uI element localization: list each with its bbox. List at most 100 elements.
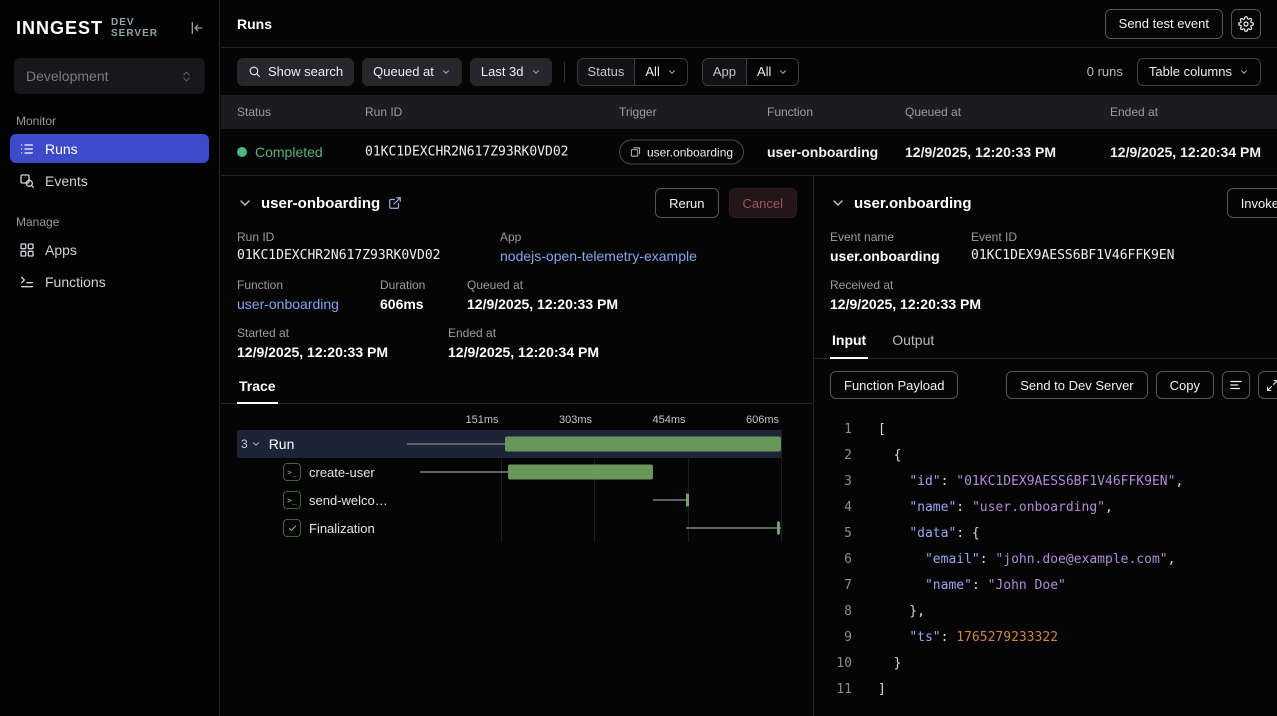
column-header-trigger: Trigger — [619, 105, 657, 119]
event-name-label: Event name — [830, 230, 959, 244]
trace-span-run[interactable]: 3Run — [237, 430, 781, 458]
code-line: 9 "ts": 1765279233322 — [814, 625, 1277, 651]
received-at-label: Received at — [830, 278, 981, 292]
trace-span-finalization[interactable]: Finalization — [237, 514, 781, 542]
payload-editor[interactable]: 1[2 {3 "id": "01KC1DEX9AESS6BF1V46FFK9EN… — [814, 417, 1277, 703]
collapse-run-details-icon[interactable] — [237, 195, 253, 211]
event-details-panel: user.onboarding Invoke Event name user.o… — [813, 176, 1277, 716]
sidebar-nav: MonitorRunsEventsManageAppsFunctions — [0, 114, 219, 296]
finalization-icon — [283, 519, 301, 537]
span-instant-tick — [686, 494, 689, 507]
code-line: 8 }, — [814, 599, 1277, 625]
queued-at-label: Queued at — [467, 278, 618, 292]
search-icon — [248, 65, 261, 78]
timeline-tick-label: 151ms — [465, 414, 500, 426]
cancel-button[interactable]: Cancel — [729, 188, 797, 218]
time-range-dropdown[interactable]: Last 3d — [470, 58, 552, 86]
tab-trace[interactable]: Trace — [237, 372, 278, 404]
queued-at-dropdown[interactable]: Queued at — [362, 58, 462, 86]
span-queue-line — [407, 443, 505, 445]
trace-span-label: Finalization — [309, 521, 375, 536]
event-id-label: Event ID — [971, 230, 1175, 244]
expand-children-toggle[interactable]: 3 — [241, 437, 261, 451]
copy-button[interactable]: Copy — [1156, 371, 1214, 399]
run-id-value: 01KC1DEXCHR2N617Z93RK0VD02 — [237, 248, 488, 263]
sidebar-item-label: Functions — [45, 274, 106, 290]
function-payload-button[interactable]: Function Payload — [830, 371, 958, 399]
line-number: 2 — [814, 443, 852, 469]
send-to-dev-server-button[interactable]: Send to Dev Server — [1006, 371, 1147, 399]
send-test-event-button[interactable]: Send test event — [1105, 9, 1223, 39]
run-details-panel: user-onboarding Rerun Cancel Run ID 01KC… — [221, 176, 813, 716]
rerun-button[interactable]: Rerun — [655, 188, 718, 218]
app-link[interactable]: nodejs-open-telemetry-example — [500, 248, 697, 264]
sidebar-item-events[interactable]: Events — [10, 166, 209, 195]
code-line: 6 "email": "john.doe@example.com", — [814, 547, 1277, 573]
span-duration-bar[interactable] — [508, 465, 653, 480]
tab-input[interactable]: Input — [830, 326, 868, 359]
timeline-gridline — [781, 430, 782, 542]
ended-at-value: 12/9/2025, 12:20:34 PM — [448, 344, 599, 360]
function-link[interactable]: user-onboarding — [237, 296, 368, 312]
format-lines-button[interactable] — [1222, 371, 1250, 399]
event-title: user.onboarding — [854, 195, 972, 212]
gear-icon — [1238, 16, 1254, 32]
line-number: 8 — [814, 599, 852, 625]
span-queue-line — [686, 527, 781, 529]
code-line: 4 "name": "user.onboarding", — [814, 495, 1277, 521]
tab-output[interactable]: Output — [890, 326, 936, 359]
functions-icon — [19, 274, 35, 290]
run-id-label: Run ID — [237, 230, 488, 244]
span-instant-tick — [777, 522, 780, 535]
external-link-icon[interactable] — [388, 196, 402, 210]
queued-at-cell: 12/9/2025, 12:20:33 PM — [905, 144, 1056, 160]
status-filter[interactable]: Status All — [577, 58, 688, 86]
span-queue-line — [653, 499, 686, 501]
sidebar-item-label: Apps — [45, 242, 77, 258]
chevron-down-icon — [531, 67, 541, 77]
trace-span-send-welco-[interactable]: >_send-welco… — [237, 486, 781, 514]
show-search-label: Show search — [268, 64, 343, 79]
chevron-down-icon — [251, 439, 261, 449]
event-trigger-icon — [630, 147, 641, 158]
invoke-button[interactable]: Invoke — [1227, 188, 1277, 218]
duration-label: Duration — [380, 278, 455, 292]
line-number: 3 — [814, 469, 852, 495]
inngest-dev-server: INNGEST DEV SERVER Development MonitorRu… — [0, 0, 1277, 716]
inngest-logo: INNGEST — [16, 18, 103, 39]
payload-toolbar: Function Payload Send to Dev Server Copy — [814, 359, 1277, 411]
trace-span-label: send-welco… — [309, 493, 388, 508]
line-number: 11 — [814, 677, 852, 703]
app-filter[interactable]: App All — [702, 58, 800, 86]
topbar: Runs Send test event — [221, 0, 1277, 48]
table-columns-dropdown[interactable]: Table columns — [1137, 58, 1261, 86]
trace-span-track — [407, 430, 781, 458]
span-duration-bar[interactable] — [505, 437, 781, 452]
timeline-tick-label: 303ms — [559, 414, 594, 426]
sidebar-section-label: Manage — [16, 215, 203, 229]
table-row[interactable]: Completed 01KC1DEXCHR2N617Z93RK0VD02 use… — [221, 129, 1277, 176]
trace-span-create-user[interactable]: >_create-user — [237, 458, 781, 486]
settings-button[interactable] — [1231, 9, 1261, 39]
column-header-function: Function — [767, 105, 813, 119]
table-header: StatusRun IDTriggerFunctionQueued atEnde… — [221, 96, 1277, 129]
show-search-button[interactable]: Show search — [237, 58, 354, 86]
column-header-ended-at: Ended at — [1110, 105, 1158, 119]
trigger-cell: user.onboarding — [619, 140, 744, 165]
app-filter-value: All — [757, 64, 771, 79]
status-dot-icon — [237, 147, 247, 157]
line-number: 9 — [814, 625, 852, 651]
environment-select[interactable]: Development — [14, 58, 205, 94]
sidebar-item-functions[interactable]: Functions — [10, 267, 209, 296]
collapse-event-details-icon[interactable] — [830, 195, 846, 211]
trace-timeline: 151ms303ms454ms606ms 3Run>_create-user>_… — [221, 412, 813, 542]
line-number: 4 — [814, 495, 852, 521]
run-title: user-onboarding — [261, 195, 380, 212]
expand-button[interactable] — [1258, 371, 1277, 399]
sidebar-item-runs[interactable]: Runs — [10, 134, 209, 163]
timeline-tick-label: 454ms — [652, 414, 687, 426]
collapse-sidebar-icon[interactable] — [189, 20, 205, 36]
chevron-down-icon — [778, 67, 788, 77]
trigger-badge[interactable]: user.onboarding — [619, 140, 744, 165]
sidebar-item-apps[interactable]: Apps — [10, 235, 209, 264]
